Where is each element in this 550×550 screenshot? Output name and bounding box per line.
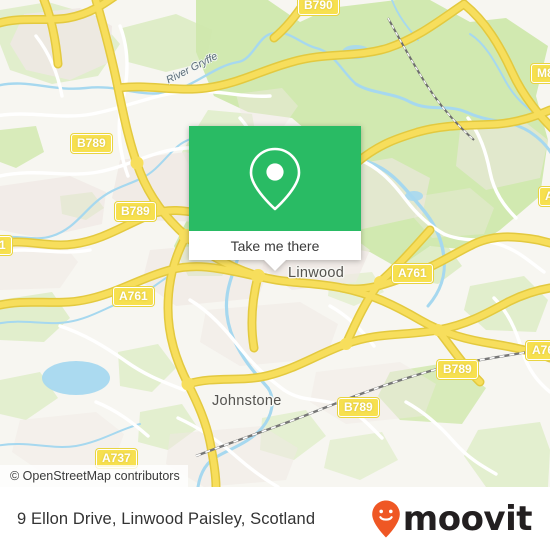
map-place-label-linwood: Linwood: [288, 265, 345, 281]
road-shield-b789-bottom[interactable]: B789: [338, 398, 379, 417]
road-shield-left-edge[interactable]: 1: [0, 236, 12, 255]
road-shield-b789-left[interactable]: B789: [115, 202, 156, 221]
moovit-map-screenshot: Linwood Johnstone River Gryffe B790 M8 B…: [0, 0, 550, 550]
attribution-text: © OpenStreetMap contributors: [10, 469, 180, 483]
road-shield-b789-right[interactable]: B789: [437, 360, 478, 379]
map-attribution[interactable]: © OpenStreetMap contributors: [0, 465, 188, 487]
footer-bar: 9 Ellon Drive, Linwood Paisley, Scotland…: [0, 487, 550, 550]
popup-image-panel: [189, 126, 361, 231]
road-shield-a761-left[interactable]: A761: [113, 287, 154, 306]
location-pin-icon: [249, 147, 301, 210]
location-popup[interactable]: Take me there: [189, 126, 361, 271]
map-canvas[interactable]: Linwood Johnstone River Gryffe B790 M8 B…: [0, 0, 550, 487]
road-shield-b790-top[interactable]: B790: [298, 0, 339, 15]
road-shield-a-right-edge[interactable]: A: [539, 187, 550, 206]
map-place-label-johnstone: Johnstone: [212, 393, 282, 409]
road-shield-a76-right-edge[interactable]: A76: [526, 341, 550, 360]
popup-tail: [264, 260, 286, 271]
moovit-smiley-pin-icon: [371, 500, 400, 538]
road-shield-a761-right[interactable]: A761: [392, 264, 433, 283]
address-label: 9 Ellon Drive, Linwood Paisley, Scotland: [17, 509, 316, 528]
moovit-wordmark: moovit: [402, 499, 533, 539]
road-shield-m8[interactable]: M8: [531, 64, 550, 83]
take-me-there-button[interactable]: Take me there: [189, 231, 361, 271]
road-shield-b789-upper-left[interactable]: B789: [71, 134, 112, 153]
moovit-logo[interactable]: moovit: [371, 499, 533, 539]
take-me-there-label: Take me there: [230, 237, 320, 254]
